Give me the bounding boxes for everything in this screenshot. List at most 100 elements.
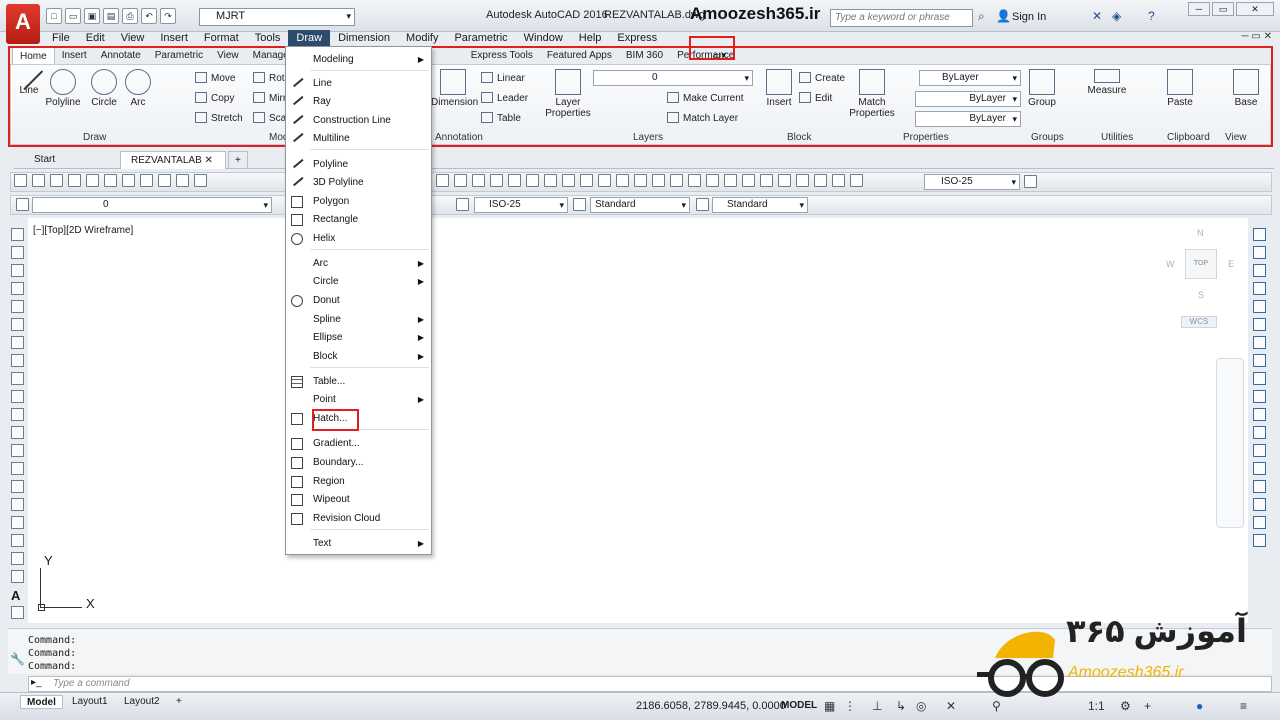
pan-icon[interactable] — [436, 174, 449, 187]
isodraft-icon[interactable]: ◎ — [916, 699, 926, 713]
chamfer-icon[interactable] — [1253, 480, 1266, 493]
zoom-icon[interactable] — [454, 174, 467, 187]
menu-tools[interactable]: Tools — [247, 30, 289, 46]
explode-icon[interactable] — [1253, 534, 1266, 547]
dim-radius-icon[interactable] — [598, 174, 611, 187]
offset-icon[interactable] — [1253, 282, 1266, 295]
draw-menu-item-modeling[interactable]: Modeling ▶ — [286, 51, 431, 69]
viewcube-north[interactable]: N — [1197, 228, 1204, 238]
tab-layout1[interactable]: Layout1 — [66, 695, 114, 709]
add-layout-button[interactable]: + — [170, 695, 188, 709]
draw-menu-item-construction-line[interactable]: Construction Line — [286, 111, 431, 130]
textstyle-dropdown[interactable]: Standard — [590, 197, 690, 213]
construction-line-icon[interactable] — [11, 246, 24, 259]
grid-icon[interactable]: ▦ — [824, 699, 835, 713]
drawing-canvas[interactable] — [28, 218, 1248, 623]
scale-icon[interactable] — [1253, 354, 1266, 367]
multiline-text-icon[interactable]: A — [11, 588, 24, 603]
draw-menu-item-spline[interactable]: Spline ▶ — [286, 311, 431, 329]
add-selected-icon[interactable] — [11, 606, 24, 619]
dim-edit-icon[interactable] — [814, 174, 827, 187]
array-icon[interactable] — [1253, 300, 1266, 313]
preview-icon[interactable] — [86, 174, 99, 187]
copy-icon[interactable] — [140, 174, 153, 187]
dim-linear-icon[interactable] — [526, 174, 539, 187]
save-icon[interactable]: ▣ — [84, 8, 100, 24]
make-block-icon[interactable] — [11, 444, 24, 457]
polyline-icon[interactable] — [11, 264, 24, 277]
viewcube[interactable]: TOP — [1185, 249, 1217, 279]
menu-window[interactable]: Window — [516, 30, 571, 46]
tab-drawing[interactable]: REZVANTALAB ✕ — [120, 151, 226, 169]
table-grid-icon[interactable] — [11, 552, 24, 565]
draw-menu-item-arc[interactable]: Arc ▶ — [286, 255, 431, 273]
dim-text-edit-icon[interactable] — [832, 174, 845, 187]
layer-dropdown-toolbar[interactable]: 0 — [32, 197, 272, 213]
region-icon[interactable] — [11, 516, 24, 529]
draw-menu-item-block[interactable]: Block ▶ — [286, 348, 431, 366]
rectangle-icon[interactable] — [11, 300, 24, 313]
menu-modify[interactable]: Modify — [398, 30, 446, 46]
viewcube-east[interactable]: E — [1228, 259, 1234, 269]
dim-ordinate-icon[interactable] — [580, 174, 593, 187]
menu-parametric[interactable]: Parametric — [446, 30, 515, 46]
polygon-icon[interactable] — [11, 282, 24, 295]
menu-insert[interactable]: Insert — [152, 30, 196, 46]
wipeout-icon[interactable] — [11, 570, 24, 583]
draw-menu-item-text[interactable]: Text ▶ — [286, 535, 431, 553]
application-menu-button[interactable]: A — [6, 4, 40, 44]
snap-icon[interactable]: ⋮ — [844, 699, 856, 713]
draw-menu-item-region[interactable]: Region — [286, 473, 431, 491]
revision-cloud-icon[interactable] — [11, 354, 24, 367]
new-tab-button[interactable]: + — [228, 151, 248, 169]
break-icon[interactable] — [1253, 444, 1266, 457]
menu-draw[interactable]: Draw — [288, 30, 331, 46]
rotate-icon[interactable] — [1253, 336, 1266, 349]
dim-jogged-icon[interactable] — [616, 174, 629, 187]
plot-icon[interactable] — [68, 174, 81, 187]
polar-icon[interactable]: ↳ — [896, 699, 906, 713]
print-icon[interactable]: ⎙ — [122, 8, 138, 24]
viewcube-west[interactable]: W — [1166, 259, 1175, 269]
draw-menu-item-point[interactable]: Point ▶ — [286, 391, 431, 409]
extend-icon[interactable] — [1253, 408, 1266, 421]
mirror-icon[interactable] — [1253, 264, 1266, 277]
osnap-icon[interactable]: ✕ — [946, 699, 956, 713]
navigation-bar[interactable] — [1216, 358, 1244, 528]
save-icon[interactable] — [50, 174, 63, 187]
draw-menu-item-3d-polyline[interactable]: 3D Polyline — [286, 173, 431, 192]
draw-menu-item-helix[interactable]: Helix — [286, 230, 431, 248]
match-properties-icon[interactable] — [176, 174, 189, 187]
new-icon[interactable]: □ — [46, 8, 62, 24]
open-icon[interactable] — [32, 174, 45, 187]
move-icon[interactable] — [1253, 318, 1266, 331]
draw-menu-item-revision-cloud[interactable]: Revision Cloud — [286, 510, 431, 528]
menu-express[interactable]: Express — [609, 30, 665, 46]
quick-dim-icon[interactable] — [670, 174, 683, 187]
copy-object-icon[interactable] — [1253, 246, 1266, 259]
paste-icon[interactable] — [158, 174, 171, 187]
undo-icon[interactable] — [194, 174, 207, 187]
coordinates-display[interactable]: 2186.6058, 2789.9445, 0.0000 — [636, 700, 786, 712]
draw-menu-item-rectangle[interactable]: Rectangle — [286, 211, 431, 229]
dimstyle-dropdown[interactable]: ISO-25 — [924, 174, 1020, 190]
draw-menu-item-table[interactable]: Table... — [286, 373, 431, 391]
dimstyle-icon[interactable] — [1024, 175, 1037, 188]
dim-diameter-icon[interactable] — [634, 174, 647, 187]
tolerance-icon[interactable] — [760, 174, 773, 187]
draw-menu-item-polygon[interactable]: Polygon — [286, 193, 431, 211]
stretch-icon[interactable] — [1253, 372, 1266, 385]
command-prompt-icon[interactable]: ▸_ — [31, 677, 42, 688]
new-icon[interactable] — [14, 174, 27, 187]
tablestyle-dropdown[interactable]: Standard — [712, 197, 808, 213]
blend-curves-icon[interactable] — [1253, 516, 1266, 529]
redo-icon[interactable]: ↷ — [160, 8, 176, 24]
break-at-point-icon[interactable] — [1253, 426, 1266, 439]
close-button[interactable]: ✕ — [1236, 2, 1274, 16]
trim-icon[interactable] — [1253, 390, 1266, 403]
draw-menu-item-multiline[interactable]: Multiline — [286, 129, 431, 148]
help-icon[interactable] — [508, 174, 521, 187]
inspect-icon[interactable] — [796, 174, 809, 187]
layer-properties-icon[interactable] — [16, 198, 29, 211]
minimize-button[interactable]: ─ — [1188, 2, 1210, 16]
